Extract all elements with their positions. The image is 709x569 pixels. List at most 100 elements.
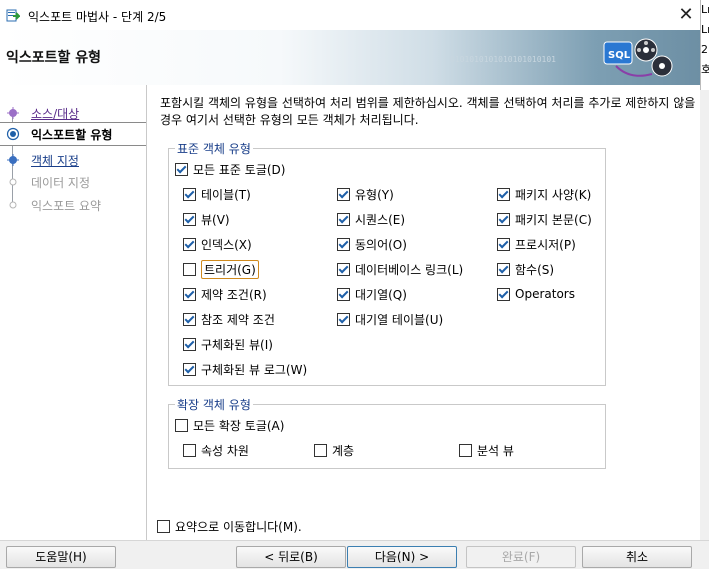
checkbox-label: Operators <box>515 287 575 301</box>
sql-film-reel-icon: 0101010101010101010101 SQL <box>450 38 673 77</box>
queues-checkbox[interactable]: 대기열(Q) <box>337 285 407 303</box>
package-bodies-checkbox[interactable]: 패키지 본문(C) <box>497 210 592 228</box>
checkbox-box[interactable] <box>337 287 350 301</box>
checkbox-box[interactable] <box>337 312 350 326</box>
checkbox-box[interactable] <box>175 162 188 176</box>
triggers-checkbox[interactable]: 트리거(G) <box>183 259 259 279</box>
cancel-button[interactable]: 취소 <box>582 546 692 568</box>
help-button[interactable]: 도움말(H) <box>6 546 116 568</box>
step-label: 익스포트할 유형 <box>31 128 113 142</box>
group-title: 확장 객체 유형 <box>175 396 253 413</box>
checkbox-box[interactable] <box>497 287 510 301</box>
export-wizard-icon <box>6 9 20 22</box>
sequences-checkbox[interactable]: 시퀀스(E) <box>337 210 405 228</box>
checkbox-box[interactable] <box>183 337 196 351</box>
checkbox-box[interactable] <box>459 443 472 457</box>
checkbox-box[interactable] <box>497 262 510 276</box>
materialized-views-checkbox[interactable]: 구체화된 뷰(I) <box>183 335 273 353</box>
page-description: 포함시킬 객체의 유형을 선택하여 처리 범위를 제한하십시오. 객체를 선택하… <box>160 96 696 127</box>
checkbox-label: 유형(Y) <box>355 187 394 202</box>
checkbox-box[interactable] <box>183 443 196 457</box>
procedures-checkbox[interactable]: 프로시저(P) <box>497 235 576 253</box>
page-title: 익스포트할 유형 <box>6 50 102 66</box>
checkbox-box[interactable] <box>497 212 510 226</box>
checkbox-label: 트리거(G) <box>201 259 259 279</box>
checkbox-label: 모든 확장 토글(A) <box>193 418 285 433</box>
checkbox-box[interactable] <box>183 187 196 201</box>
checkbox-box[interactable] <box>337 212 350 226</box>
checkbox-box[interactable] <box>183 212 196 226</box>
checkbox-label: 뷰(V) <box>201 212 230 227</box>
step-types-to-export[interactable]: 익스포트할 유형 <box>0 122 146 146</box>
toggle-all-extended-checkbox[interactable]: 모든 확장 토글(A) <box>175 416 284 434</box>
checkbox-label: 구체화된 뷰 로그(W) <box>201 362 308 377</box>
hierarchies-checkbox[interactable]: 계층 <box>314 441 354 459</box>
checkbox-label: 함수(S) <box>515 262 555 277</box>
checkbox-label: 시퀀스(E) <box>355 212 406 227</box>
database-links-checkbox[interactable]: 데이터베이스 링크(L) <box>337 260 463 278</box>
checkbox-box[interactable] <box>497 187 510 201</box>
toggle-all-standard-checkbox[interactable]: 모든 표준 토글(D) <box>175 160 285 178</box>
checkbox-label: 인덱스(X) <box>201 237 252 252</box>
checkbox-box[interactable] <box>157 519 170 533</box>
checkbox-label: 제약 조건(R) <box>201 287 267 302</box>
ref-constraints-checkbox[interactable]: 참조 제약 조건 <box>183 310 275 328</box>
step-done-icon <box>7 107 19 119</box>
types-checkbox[interactable]: 유형(Y) <box>337 185 394 203</box>
checkbox-box[interactable] <box>497 237 510 251</box>
constraints-checkbox[interactable]: 제약 조건(R) <box>183 285 267 303</box>
step-label: 객체 지정 <box>31 154 79 168</box>
checkbox-box[interactable] <box>314 443 327 457</box>
checkbox-box[interactable] <box>337 262 350 276</box>
queue-tables-checkbox[interactable]: 대기열 테이블(U) <box>337 310 443 328</box>
checkbox-label: 분석 뷰 <box>477 443 514 458</box>
checkbox-box[interactable] <box>183 262 196 276</box>
checkbox-label: 데이터베이스 링크(L) <box>355 262 464 277</box>
checkbox-label: 구체화된 뷰(I) <box>201 337 273 352</box>
views-checkbox[interactable]: 뷰(V) <box>183 210 230 228</box>
checkbox-label: 계층 <box>332 443 355 458</box>
step-specify-objects[interactable]: 객체 지정 <box>0 149 146 171</box>
step-disabled-icon <box>9 178 17 186</box>
tables-checkbox[interactable]: 테이블(T) <box>183 185 251 203</box>
step-label: 데이터 지정 <box>31 176 91 190</box>
checkbox-box[interactable] <box>183 312 196 326</box>
checkbox-label: 패키지 사양(K) <box>515 187 592 202</box>
checkbox-label: 속성 차원 <box>201 443 249 458</box>
synonyms-checkbox[interactable]: 동의어(O) <box>337 235 407 253</box>
extended-object-types-group: 확장 객체 유형 모든 확장 토글(A) 속성 차원 계층 분석 뷰 <box>168 396 606 469</box>
analytic-views-checkbox[interactable]: 분석 뷰 <box>459 441 514 459</box>
wizard-banner: 익스포트할 유형 0101010101010101010101 SQL <box>0 30 700 85</box>
finish-button: 완료(F) <box>466 546 576 568</box>
checkbox-box[interactable] <box>337 187 350 201</box>
group-title: 표준 객체 유형 <box>175 140 253 157</box>
window-title: 익스포트 마법사 - 단계 2/5 <box>28 10 167 24</box>
indexes-checkbox[interactable]: 인덱스(X) <box>183 235 252 253</box>
materialized-view-logs-checkbox[interactable]: 구체화된 뷰 로그(W) <box>183 360 307 378</box>
close-button[interactable]: ✕ <box>673 2 699 28</box>
package-specs-checkbox[interactable]: 패키지 사양(K) <box>497 185 591 203</box>
checkbox-box[interactable] <box>337 237 350 251</box>
back-button[interactable]: < 뒤로(B) <box>236 546 346 568</box>
next-button[interactable]: 다음(N) > <box>347 546 457 568</box>
background-window-edge: Lr Lr 2 호 <box>700 0 709 90</box>
checkbox-box[interactable] <box>183 237 196 251</box>
attribute-dimensions-checkbox[interactable]: 속성 차원 <box>183 441 249 459</box>
operators-checkbox[interactable]: Operators <box>497 285 575 303</box>
checkbox-box[interactable] <box>183 362 196 376</box>
checkbox-box[interactable] <box>175 418 188 432</box>
step-export-summary: 익스포트 요약 <box>0 194 146 216</box>
step-specify-data: 데이터 지정 <box>0 171 146 193</box>
title-bar: 익스포트 마법사 - 단계 2/5 ✕ <box>0 0 709 30</box>
checkbox-label: 대기열(Q) <box>355 287 407 302</box>
checkbox-box[interactable] <box>183 287 196 301</box>
button-bar-divider <box>0 540 709 541</box>
checkbox-label: 대기열 테이블(U) <box>355 312 444 327</box>
checkbox-label: 참조 제약 조건 <box>201 312 275 327</box>
banner-binary-text: 0101010101010101010101 <box>450 55 556 64</box>
skip-to-summary-checkbox[interactable]: 요약으로 이동합니다(M). <box>157 517 302 535</box>
step-disabled-icon <box>9 201 17 209</box>
step-label: 익스포트 요약 <box>31 199 102 213</box>
step-source-target[interactable]: 소스/대상 <box>0 102 146 124</box>
functions-checkbox[interactable]: 함수(S) <box>497 260 554 278</box>
